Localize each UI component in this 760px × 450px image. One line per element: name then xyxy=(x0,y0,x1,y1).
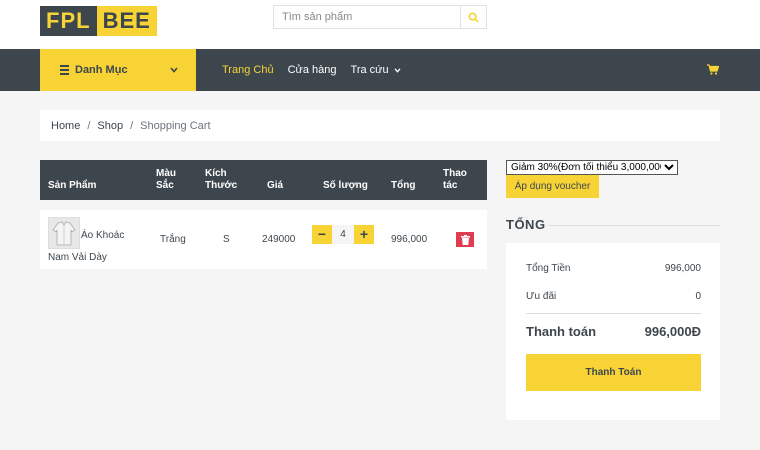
search-button[interactable] xyxy=(460,6,486,28)
voucher-select[interactable]: Giảm 30%(Đơn tối thiểu 3,000,000) xyxy=(506,160,678,175)
col-header-action: Thao tác xyxy=(443,168,467,191)
col-header-price: Giá xyxy=(267,180,284,191)
col-header-product: Sản Phẩm xyxy=(48,180,97,191)
total-row: Thanh toán 996,000Đ xyxy=(526,324,701,339)
search-box xyxy=(273,5,487,29)
col-header-total: Tổng xyxy=(391,180,416,191)
breadcrumb-current: Shopping Cart xyxy=(140,119,211,132)
breadcrumb-shop[interactable]: Shop xyxy=(97,120,123,132)
category-label: Danh Mục xyxy=(75,64,128,76)
order-summary: Tổng Tiền 996,000 Ưu đãi 0 Thanh toán 99… xyxy=(506,243,720,420)
category-dropdown[interactable]: Danh Mục xyxy=(40,49,196,91)
nav-link-shop[interactable]: Cửa hàng xyxy=(288,64,337,76)
plus-icon: + xyxy=(359,226,369,242)
breadcrumb-home[interactable]: Home xyxy=(51,120,80,132)
main-navbar: Danh Mục Trang Chủ Cửa hàng Tra cứu xyxy=(0,49,760,91)
logo-text-left: FPL xyxy=(40,6,97,36)
total-label: Thanh toán xyxy=(526,324,597,339)
col-header-size: Kích Thước xyxy=(205,168,238,191)
logo-text-right: BEE xyxy=(96,6,157,36)
trash-icon xyxy=(460,234,470,245)
chevron-down-icon xyxy=(170,65,178,75)
product-size: S xyxy=(223,234,230,245)
col-header-color: Màu Sắc xyxy=(156,168,176,191)
breadcrumb-separator: / xyxy=(130,119,134,132)
product-color: Trắng xyxy=(160,234,186,245)
product-price: 249000 xyxy=(262,234,296,245)
summary-title-divider xyxy=(549,225,720,226)
search-icon xyxy=(468,11,479,23)
search-input[interactable] xyxy=(274,6,460,28)
subtotal-row: Tổng Tiền 996,000 xyxy=(526,263,701,274)
checkout-button[interactable]: Thanh Toán xyxy=(526,354,701,391)
minus-icon: − xyxy=(317,226,327,242)
subtotal-value: 996,000 xyxy=(664,263,701,274)
col-header-quantity: Số lượng xyxy=(323,180,368,191)
table-row: Áo Khoác Nam Vải Dày Trắng S 249000 − 4 … xyxy=(40,210,487,269)
discount-label: Ưu đãi xyxy=(526,291,557,302)
nav-link-lookup-label: Tra cứu xyxy=(350,64,389,76)
nav-links: Trang Chủ Cửa hàng Tra cứu xyxy=(222,49,401,91)
cart-button[interactable] xyxy=(707,64,720,78)
quantity-value[interactable]: 4 xyxy=(332,225,354,244)
discount-value: 0 xyxy=(695,291,701,302)
summary-title: TỔNG xyxy=(506,217,546,232)
total-value: 996,000Đ xyxy=(644,324,701,339)
breadcrumb-separator: / xyxy=(87,119,91,132)
row-total: 996,000 xyxy=(391,234,428,245)
decrease-quantity-button[interactable]: − xyxy=(312,225,332,244)
shopping-cart-icon xyxy=(707,64,720,75)
cart-table-header: Sản Phẩm Màu Sắc Kích Thước Giá Số lượng… xyxy=(40,160,487,200)
summary-divider xyxy=(526,313,701,314)
delete-item-button[interactable] xyxy=(456,232,474,247)
discount-row: Ưu đãi 0 xyxy=(526,291,701,302)
nav-link-lookup[interactable]: Tra cứu xyxy=(351,64,401,76)
top-header: FPL BEE xyxy=(0,0,760,49)
menu-icon xyxy=(60,65,69,75)
chevron-down-icon xyxy=(394,68,401,73)
subtotal-label: Tổng Tiền xyxy=(526,263,571,274)
site-logo[interactable]: FPL BEE xyxy=(40,6,157,36)
apply-voucher-button[interactable]: Áp dụng voucher xyxy=(506,175,599,198)
increase-quantity-button[interactable]: + xyxy=(354,225,374,244)
nav-link-home[interactable]: Trang Chủ xyxy=(222,64,274,76)
product-name[interactable]: Áo Khoác Nam Vải Dày xyxy=(48,225,143,269)
breadcrumb: Home / Shop / Shopping Cart xyxy=(40,110,720,141)
